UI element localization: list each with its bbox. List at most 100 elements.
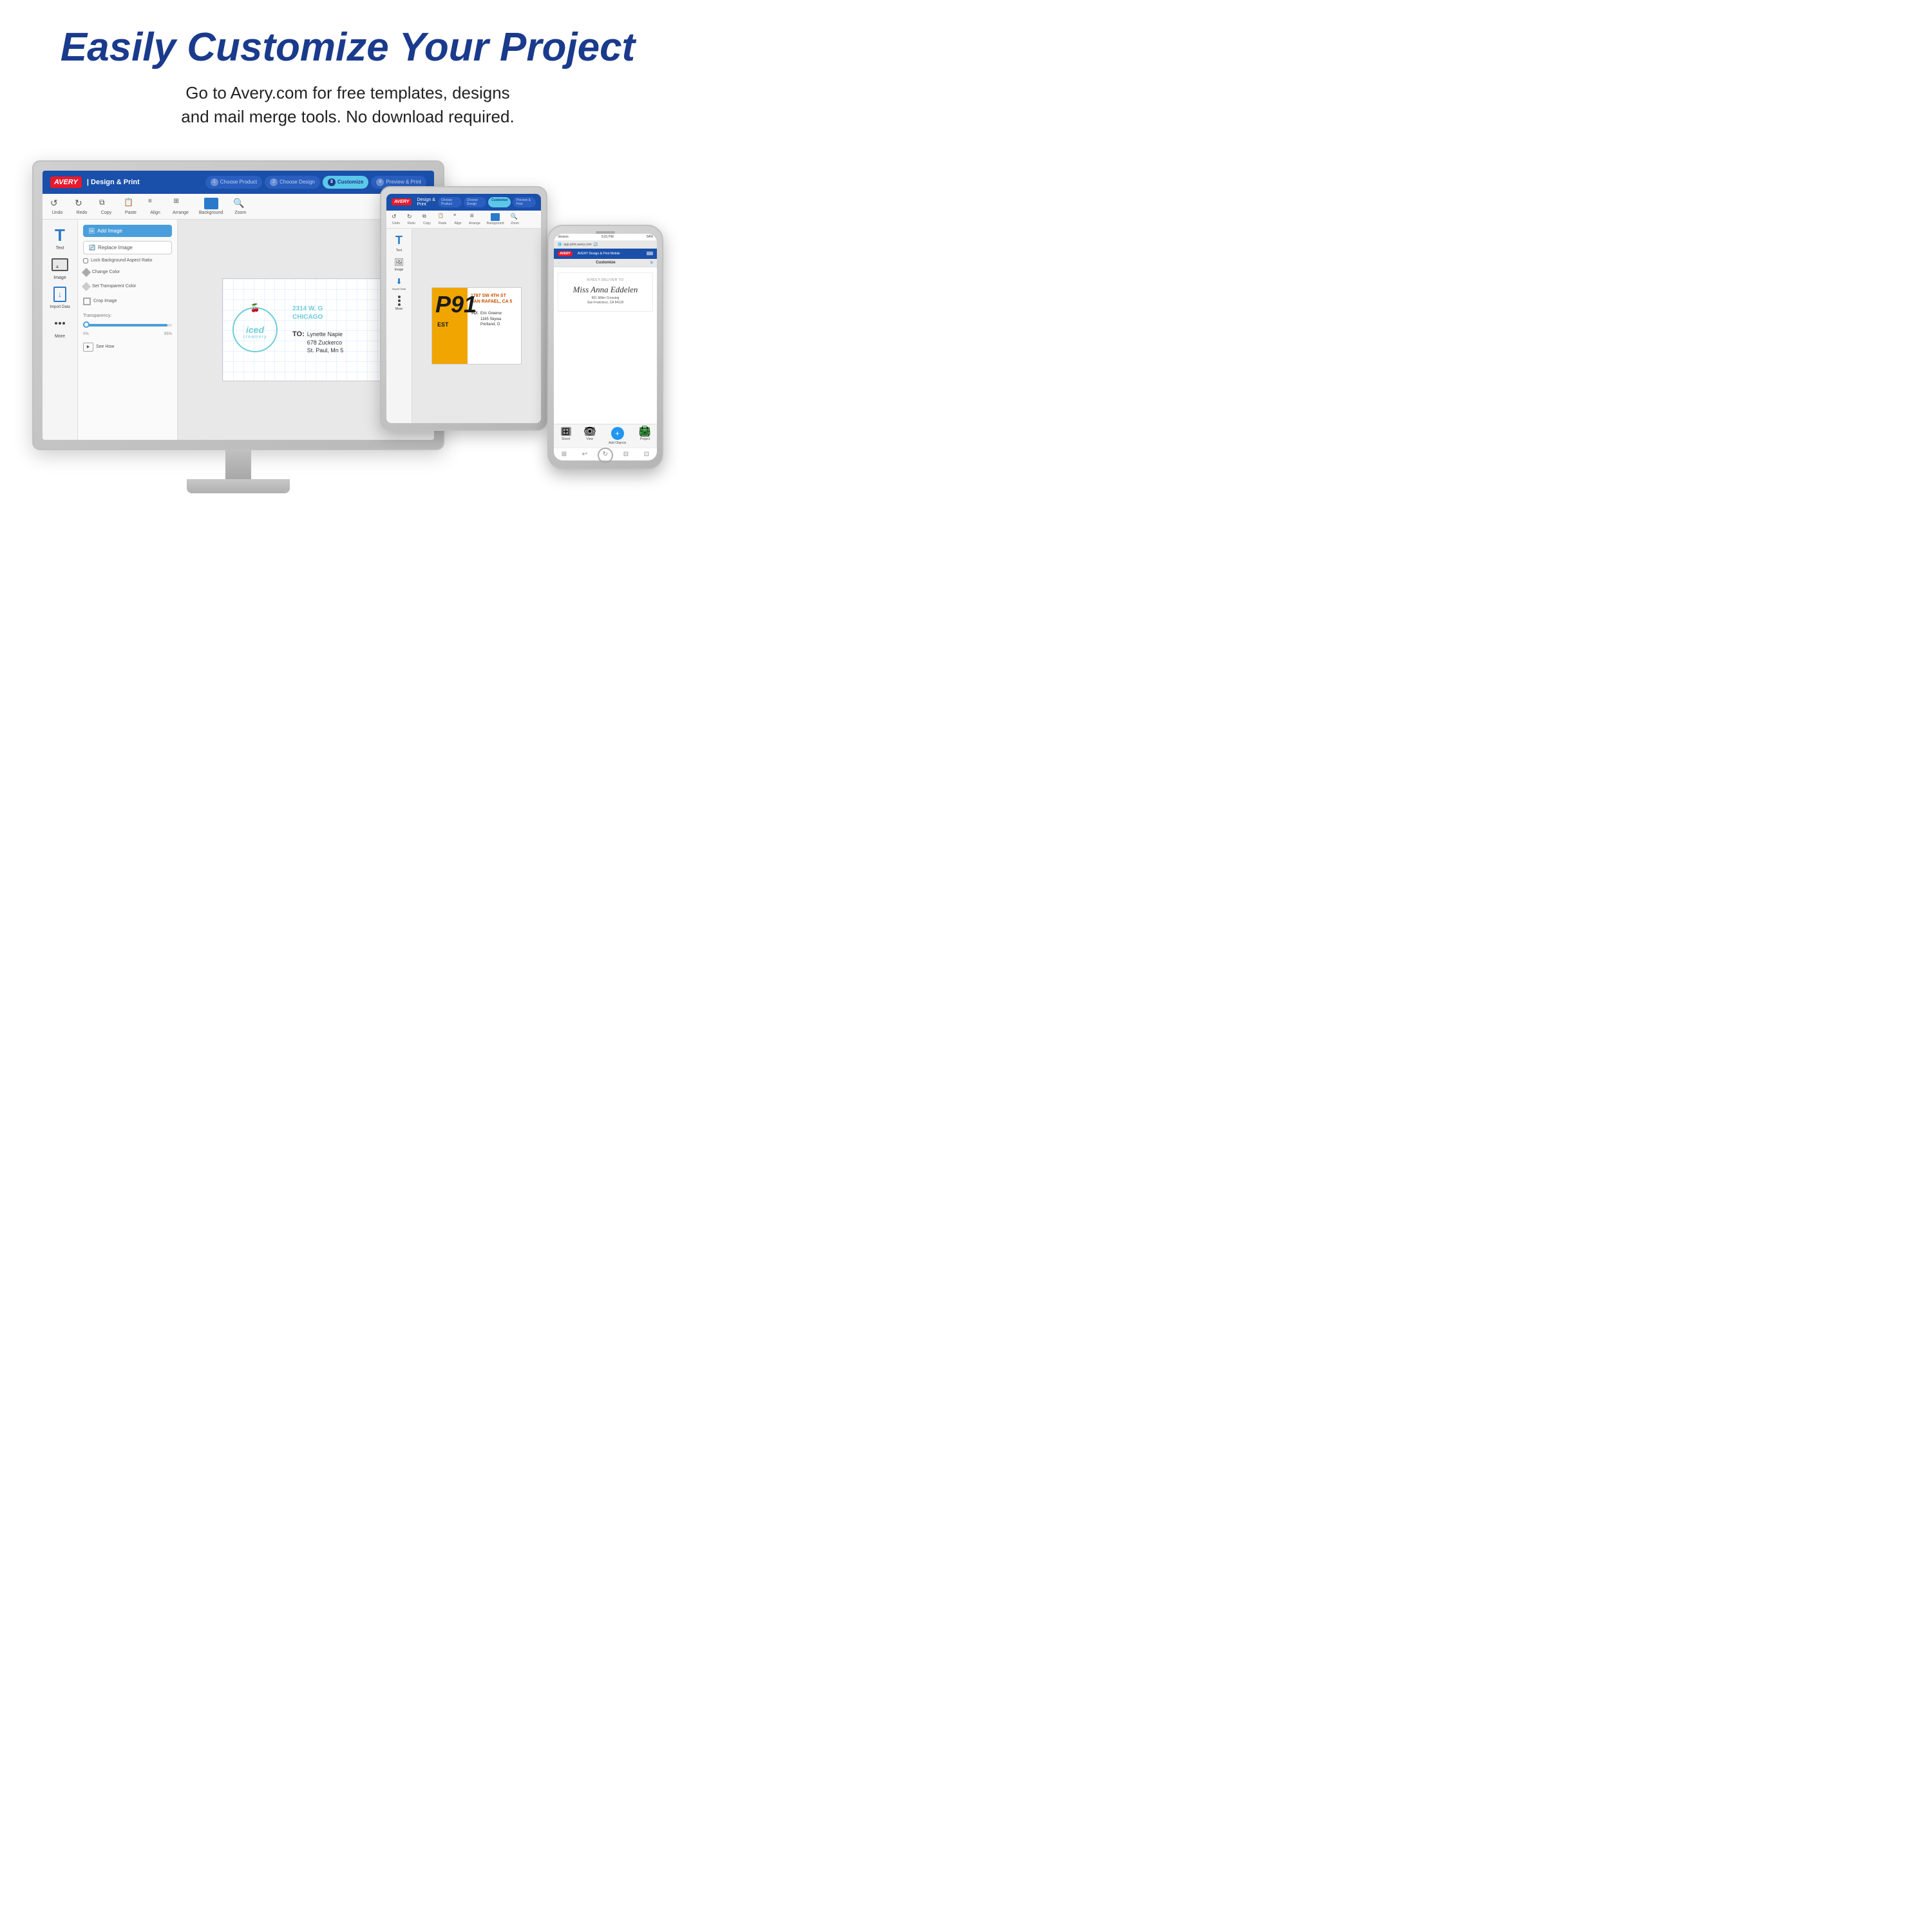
- creamery-text: creamery: [243, 335, 267, 339]
- nav-step-2[interactable]: 2 Choose Design: [265, 176, 320, 189]
- iced-circle-logo: 🍒 iced creamery: [232, 307, 278, 352]
- toolbar-align[interactable]: ≡ Align: [148, 198, 162, 215]
- label-content: 🍒 iced creamery 2314 W. G CHICAGO: [223, 279, 389, 381]
- app-toolbar: ↺ Undo ↻ Redo ⧉ Copy 📋 Paste: [43, 194, 434, 220]
- phone-avery-logo: AVERY AVERY Design & Print Mobile: [558, 251, 620, 256]
- toolbar-zoom[interactable]: 🔍 Zoom: [233, 198, 247, 215]
- tablet-toolbar-background[interactable]: Background: [487, 213, 504, 225]
- transparency-values: 0% 95%: [83, 332, 172, 336]
- phone-sub-title: Customize: [596, 261, 615, 265]
- label-canvas[interactable]: 🍒 iced creamery 2314 W. G CHICAGO: [222, 278, 390, 381]
- sidebar-tool-more[interactable]: More: [51, 314, 69, 339]
- transparency-bar[interactable]: [83, 324, 172, 327]
- tablet-tool-import[interactable]: ⬇ Import Data: [392, 277, 406, 290]
- transparency-handle[interactable]: [83, 321, 90, 328]
- phone-nav-fit[interactable]: ⊞: [562, 451, 567, 458]
- phone-content: KINDLY DELIVER TO Miss Anna Eddelen 901 …: [554, 267, 657, 424]
- sidebar-tool-text[interactable]: T Text: [51, 226, 69, 251]
- tablet-label[interactable]: P91 EST 1787 SW 4TH STSAN RAFAEL, CA 5 T…: [431, 287, 522, 365]
- set-transparent-row[interactable]: Set Transparent Color: [83, 281, 172, 292]
- app-main: T Text Image: [43, 220, 434, 440]
- tablet-toolbar-copy[interactable]: ⧉ Copy: [422, 213, 431, 225]
- tablet-more-icon: [398, 296, 401, 306]
- phone-action-icon[interactable]: ⊞: [650, 261, 653, 265]
- toolbar-paste[interactable]: 📋 Paste: [124, 198, 138, 215]
- to-label: TO:: [292, 330, 305, 338]
- tablet-tool-text[interactable]: T Text: [395, 234, 402, 252]
- toolbar-arrange[interactable]: ⊞ Arrange: [173, 198, 189, 215]
- phone-nav-prev[interactable]: ⊟: [623, 451, 629, 458]
- tablet-step-3[interactable]: Customize: [488, 197, 511, 207]
- tablet-tool-image[interactable]: 🖼 Image: [394, 258, 404, 272]
- tablet-toolbar-zoom[interactable]: 🔍 Zoom: [510, 213, 519, 225]
- tablet-label-number: P91: [435, 293, 477, 316]
- app-sidebar: T Text Image: [43, 220, 78, 440]
- tablet-sidebar: T Text 🖼 Image ⬇ Import Data: [386, 229, 412, 423]
- phone-bottom-project[interactable]: 🖨 Project: [639, 427, 650, 445]
- phone-bottom-view[interactable]: 👁 View: [585, 427, 595, 445]
- add-image-button[interactable]: 🖼 Add Image: [83, 225, 172, 237]
- phone-kindly-text: KINDLY DELIVER TO: [587, 278, 623, 282]
- tablet-tool-more[interactable]: More: [395, 296, 402, 311]
- see-how-row[interactable]: ▶ See How: [83, 343, 172, 352]
- tablet-image-icon: 🖼: [394, 258, 404, 267]
- tablet-step-4[interactable]: Preview & Print: [513, 197, 536, 207]
- tablet-step-2[interactable]: Choose Design: [464, 197, 487, 207]
- tablet-toolbar-undo[interactable]: ↺ Undo: [392, 213, 401, 225]
- tablet-main: T Text 🖼 Image ⬇ Import Data: [386, 229, 541, 423]
- nav-step-1[interactable]: 1 Choose Product: [205, 176, 262, 189]
- phone-home-button[interactable]: [598, 448, 613, 463]
- crop-image-row[interactable]: Crop Image: [83, 296, 172, 307]
- tablet-toolbar-align[interactable]: ≡ Align: [453, 213, 462, 225]
- lock-bg-checkbox-row[interactable]: Lock Background Aspect Ratio: [83, 258, 172, 263]
- phone-bottom-sheet[interactable]: ⊞ Sheet: [561, 427, 571, 445]
- tablet-canvas: P91 EST 1787 SW 4TH STSAN RAFAEL, CA 5 T…: [412, 229, 541, 423]
- sheet-icon: ⊞: [561, 427, 571, 436]
- phone-hamburger-menu[interactable]: [647, 252, 653, 255]
- iced-text: iced: [246, 325, 264, 335]
- transparency-label: Transparency:: [83, 314, 172, 318]
- sidebar-tool-image[interactable]: Image: [51, 256, 69, 280]
- tablet-avery-badge: AVERY: [392, 198, 412, 205]
- replace-image-button[interactable]: 🔄 Replace Image: [83, 241, 172, 254]
- view-icon: 👁: [585, 427, 595, 436]
- phone-nav-next[interactable]: ⊡: [644, 451, 649, 458]
- phone-label-preview: KINDLY DELIVER TO Miss Anna Eddelen 901 …: [558, 272, 653, 312]
- phone-bottom-add[interactable]: + Add Objects: [609, 427, 626, 445]
- main-title: Easily Customize Your Project: [61, 26, 635, 70]
- phone-screen: Verizon 5:01 PM 54% 🌐 app.print.avery.co…: [554, 234, 657, 460]
- phone: Verizon 5:01 PM 54% 🌐 app.print.avery.co…: [547, 225, 663, 469]
- toolbar-background[interactable]: Background: [199, 198, 223, 215]
- phone-frame: Verizon 5:01 PM 54% 🌐 app.print.avery.co…: [547, 225, 663, 469]
- tablet-nav-steps: Choose Product Choose Design Customize P…: [438, 197, 536, 207]
- subtitle: Go to Avery.com for free templates, desi…: [181, 81, 514, 128]
- nav-step-3[interactable]: 3 Customize: [323, 176, 368, 189]
- label-logo-area: 🍒 iced creamery: [223, 279, 287, 381]
- tablet-import-icon: ⬇: [395, 277, 402, 286]
- toolbar-undo[interactable]: ↺ Undo: [50, 198, 64, 215]
- lock-bg-checkbox[interactable]: [83, 258, 88, 263]
- phone-back-button[interactable]: ←: [558, 261, 561, 265]
- tablet-step-1[interactable]: Choose Product: [438, 197, 462, 207]
- tablet-toolbar-arrange[interactable]: ⊞ Arrange: [469, 213, 480, 225]
- tablet-toolbar-paste[interactable]: 📋 Paste: [438, 213, 447, 225]
- toolbar-redo[interactable]: ↻ Redo: [75, 198, 89, 215]
- label-address-top: 2314 W. G CHICAGO: [292, 305, 384, 321]
- phone-nav-undo[interactable]: ↩: [582, 451, 587, 458]
- tablet-label-to-row: TO: Eric Greenw 1165 Skywa Portland, O: [471, 311, 518, 327]
- project-icon: 🖨: [639, 427, 650, 436]
- tablet-toolbar-redo[interactable]: ↻ Redo: [407, 213, 416, 225]
- monitor-stand-neck: [225, 450, 251, 479]
- toolbar-copy[interactable]: ⧉ Copy: [99, 198, 113, 215]
- phone-url-bar[interactable]: 🌐 app.print.avery.com 🔄: [554, 241, 657, 249]
- tablet: AVERY Design & Print Choose Product Choo…: [380, 186, 547, 431]
- app-name-text: | Design & Print: [87, 178, 140, 186]
- monitor-screen: AVERY | Design & Print 1 Choose Product …: [43, 171, 434, 440]
- phone-avery-badge: AVERY: [558, 251, 573, 256]
- phone-sub-nav: ← Customize ⊞: [554, 259, 657, 267]
- play-button[interactable]: ▶: [83, 343, 93, 352]
- change-color-row[interactable]: Change Color: [83, 267, 172, 278]
- phone-address: 901 Miller Crossing San Francisco, CA 94…: [587, 296, 623, 306]
- sidebar-tool-import[interactable]: Import Data: [50, 285, 70, 309]
- tablet-toolbar: ↺ Undo ↻ Redo ⧉ Copy 📋 Paste: [386, 211, 541, 229]
